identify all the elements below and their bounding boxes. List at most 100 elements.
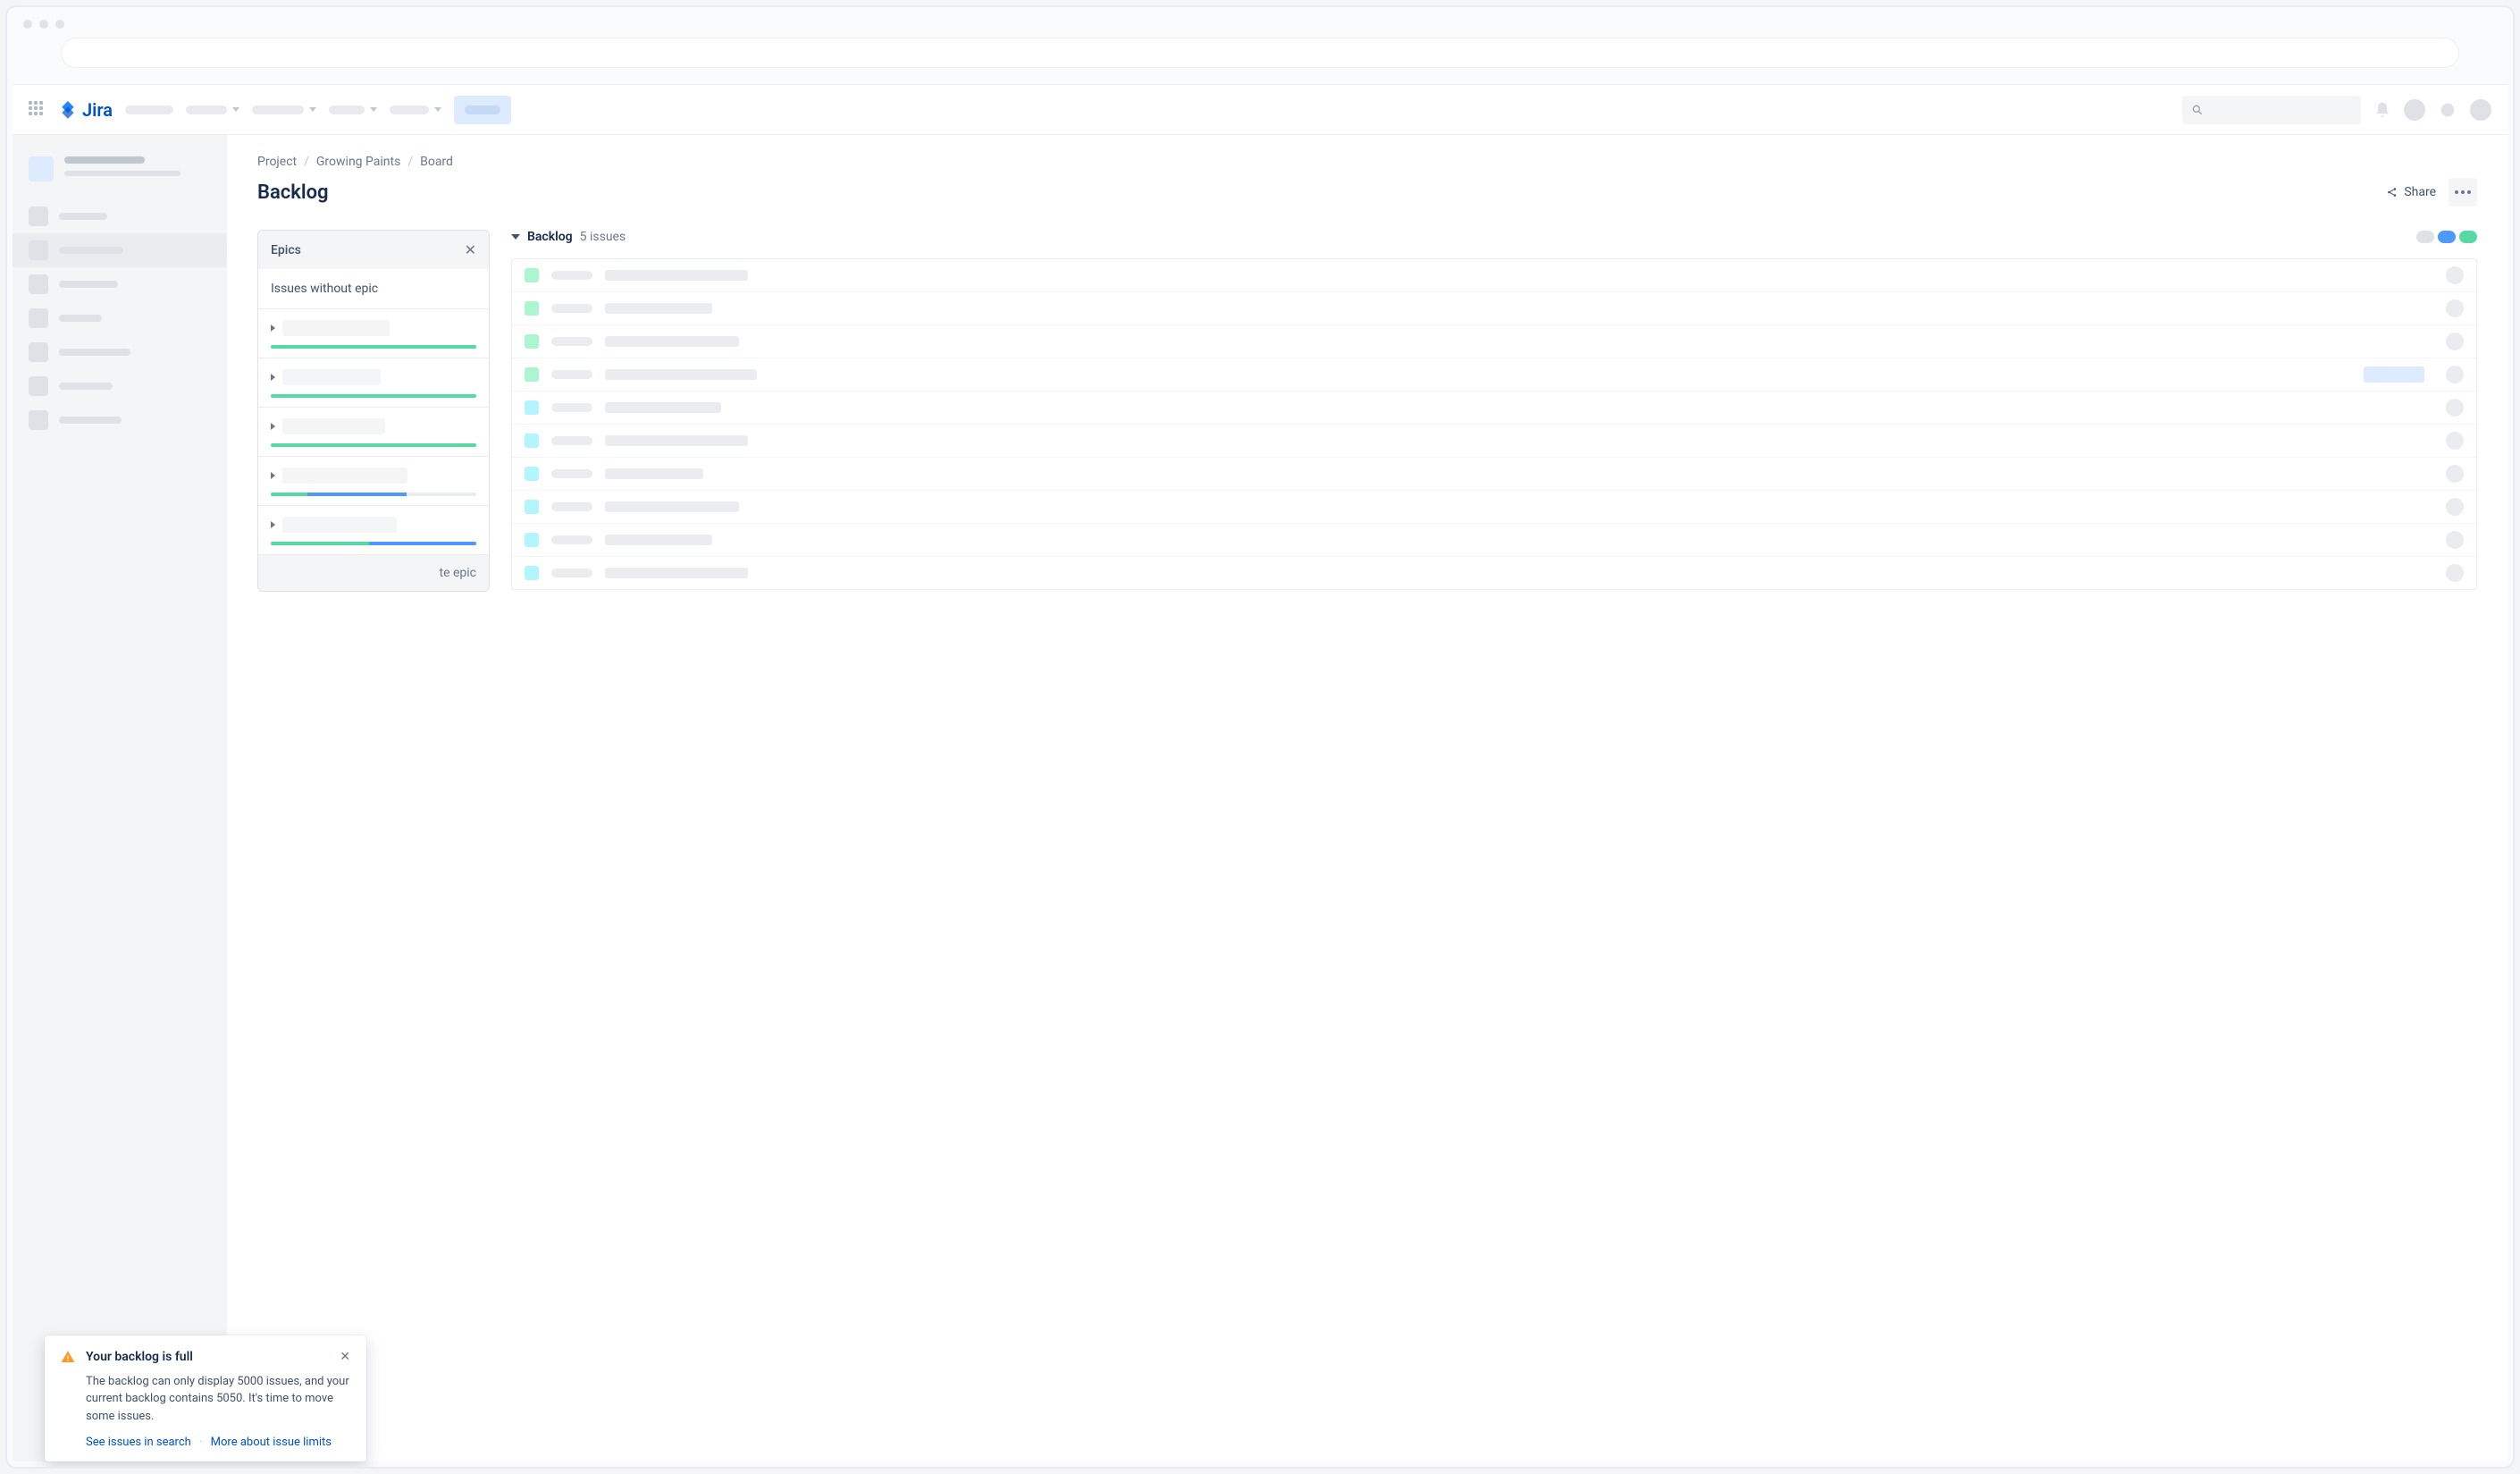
issue-row[interactable] bbox=[512, 524, 2476, 557]
assignee-avatar[interactable] bbox=[2446, 299, 2464, 317]
issue-type-icon bbox=[525, 268, 539, 282]
issue-row[interactable] bbox=[512, 358, 2476, 392]
jira-logo[interactable]: Jira bbox=[59, 99, 113, 121]
issue-row[interactable] bbox=[512, 259, 2476, 292]
nav-item-dropdown[interactable] bbox=[329, 105, 377, 114]
search-input[interactable] bbox=[2182, 96, 2361, 124]
epic-card[interactable] bbox=[258, 506, 489, 555]
breadcrumb: Project / Growing Paints / Board bbox=[257, 155, 2477, 169]
product-name: Jira bbox=[82, 99, 113, 121]
backlog-column: Backlog 5 issues bbox=[511, 230, 2477, 592]
url-bar[interactable] bbox=[61, 38, 2459, 68]
flag-notification: Your backlog is full ✕ The backlog can o… bbox=[45, 1335, 366, 1462]
issue-row[interactable] bbox=[512, 292, 2476, 325]
assignee-avatar[interactable] bbox=[2446, 366, 2464, 383]
flag-close-button[interactable]: ✕ bbox=[340, 1350, 350, 1364]
chevron-right-icon bbox=[271, 521, 275, 528]
status-badge-in-progress[interactable] bbox=[2438, 231, 2456, 243]
epics-panel-header: Epics ✕ bbox=[258, 231, 489, 269]
share-button[interactable]: Share bbox=[2386, 185, 2436, 199]
assignee-avatar[interactable] bbox=[2446, 333, 2464, 350]
assignee-avatar[interactable] bbox=[2446, 266, 2464, 284]
sidebar-item-active[interactable] bbox=[13, 233, 227, 267]
sidebar-item[interactable] bbox=[13, 369, 227, 403]
backlog-count: 5 issues bbox=[580, 230, 626, 244]
backlog-title: Backlog bbox=[527, 230, 573, 244]
epic-card[interactable] bbox=[258, 358, 489, 408]
issue-type-icon bbox=[525, 434, 539, 448]
top-navigation: Jira bbox=[13, 85, 2507, 135]
panel-row: Epics ✕ Issues without epic bbox=[257, 230, 2477, 592]
window-dot[interactable] bbox=[55, 20, 64, 29]
issue-row[interactable] bbox=[512, 491, 2476, 524]
profile-avatar[interactable] bbox=[2470, 99, 2491, 121]
epic-card[interactable] bbox=[258, 408, 489, 457]
issue-type-icon bbox=[525, 500, 539, 514]
sidebar-item[interactable] bbox=[13, 335, 227, 369]
search-icon bbox=[2191, 104, 2204, 116]
breadcrumb-project[interactable]: Project bbox=[257, 155, 297, 169]
issue-type-icon bbox=[525, 334, 539, 349]
notifications-icon[interactable] bbox=[2373, 101, 2391, 119]
issue-row[interactable] bbox=[512, 557, 2476, 589]
window-dot[interactable] bbox=[23, 20, 32, 29]
flag-action-more-info[interactable]: More about issue limits bbox=[211, 1436, 332, 1449]
close-epics-panel-icon[interactable]: ✕ bbox=[465, 241, 476, 258]
sidebar-item[interactable] bbox=[13, 199, 227, 233]
backlog-header[interactable]: Backlog 5 issues bbox=[511, 230, 2477, 244]
create-button[interactable] bbox=[454, 96, 511, 124]
sidebar-item[interactable] bbox=[13, 301, 227, 335]
page-title: Backlog bbox=[257, 181, 329, 204]
issue-row[interactable] bbox=[512, 392, 2476, 425]
chevron-down-icon bbox=[232, 107, 239, 112]
breadcrumb-separator: / bbox=[304, 155, 309, 169]
epic-chip[interactable] bbox=[2364, 366, 2424, 383]
flag-title: Your backlog is full bbox=[86, 1350, 329, 1364]
project-avatar bbox=[29, 156, 54, 181]
nav-item-dropdown[interactable] bbox=[390, 105, 441, 114]
browser-frame: Jira bbox=[5, 5, 2515, 1469]
sidebar-project-header[interactable] bbox=[13, 151, 227, 199]
page-header-actions: Share bbox=[2386, 178, 2477, 206]
issue-type-icon bbox=[525, 467, 539, 481]
sidebar-item[interactable] bbox=[13, 403, 227, 437]
assignee-avatar[interactable] bbox=[2446, 531, 2464, 549]
sidebar-item[interactable] bbox=[13, 267, 227, 301]
epic-card[interactable] bbox=[258, 309, 489, 358]
status-badges bbox=[2416, 231, 2477, 243]
nav-item-dropdown[interactable] bbox=[186, 105, 239, 114]
nav-item-dropdown[interactable] bbox=[252, 105, 316, 114]
help-icon[interactable] bbox=[2404, 99, 2425, 121]
browser-window-controls bbox=[7, 7, 2513, 29]
issue-type-icon bbox=[525, 533, 539, 547]
issue-row[interactable] bbox=[512, 425, 2476, 458]
url-bar-container bbox=[7, 29, 2513, 84]
assignee-avatar[interactable] bbox=[2446, 432, 2464, 450]
more-actions-button[interactable] bbox=[2449, 178, 2477, 206]
epics-panel: Epics ✕ Issues without epic bbox=[257, 230, 490, 592]
issue-type-icon bbox=[525, 566, 539, 580]
chevron-down-icon bbox=[370, 107, 377, 112]
assignee-avatar[interactable] bbox=[2446, 498, 2464, 516]
status-badge-todo[interactable] bbox=[2416, 231, 2434, 243]
breadcrumb-name[interactable]: Growing Paints bbox=[316, 155, 400, 169]
app-switcher-icon[interactable] bbox=[29, 101, 46, 119]
create-epic-button[interactable]: te epic bbox=[258, 555, 489, 591]
assignee-avatar[interactable] bbox=[2446, 465, 2464, 483]
warning-icon bbox=[61, 1350, 75, 1364]
issue-row[interactable] bbox=[512, 325, 2476, 358]
issues-without-epic[interactable]: Issues without epic bbox=[258, 269, 489, 309]
epic-card[interactable] bbox=[258, 457, 489, 506]
status-badge-done[interactable] bbox=[2459, 231, 2477, 243]
issue-row[interactable] bbox=[512, 458, 2476, 491]
breadcrumb-board[interactable]: Board bbox=[420, 155, 453, 169]
window-dot[interactable] bbox=[39, 20, 48, 29]
assignee-avatar[interactable] bbox=[2446, 399, 2464, 417]
more-icon bbox=[2455, 190, 2471, 194]
flag-action-see-issues[interactable]: See issues in search bbox=[86, 1436, 191, 1449]
assignee-avatar[interactable] bbox=[2446, 564, 2464, 582]
settings-icon[interactable] bbox=[2438, 100, 2457, 120]
nav-item[interactable] bbox=[125, 105, 173, 114]
chevron-right-icon bbox=[271, 472, 275, 479]
flag-action-separator: · bbox=[199, 1436, 202, 1449]
